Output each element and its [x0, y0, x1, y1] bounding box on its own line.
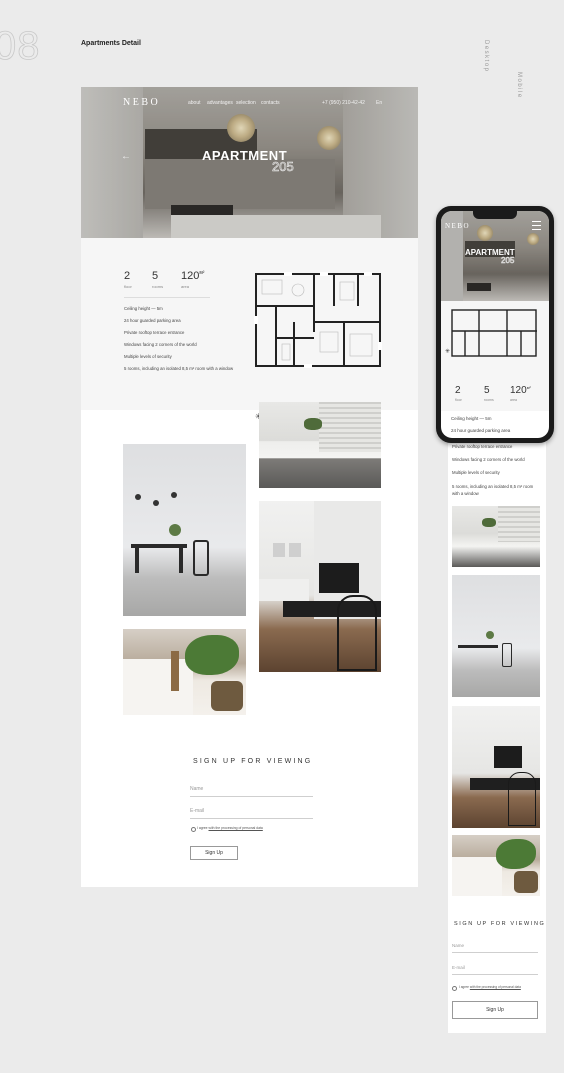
mobile-signup-title: SIGN UP FOR VIEWING [454, 921, 546, 927]
mobile-photo-dining[interactable] [452, 575, 540, 697]
nav-link-advantages[interactable]: advantages [207, 100, 233, 106]
page-title: Apartments Detail [81, 40, 141, 47]
signup-button[interactable]: Sign Up [190, 846, 238, 860]
consent-text: I agree with the processing of personal … [197, 826, 263, 830]
feature-item: 24 hour guarded parking area [124, 318, 181, 323]
mobile-feature-item: 24 hour guarded parking area [451, 428, 511, 433]
desktop-layout: NEBO about advantages selection contacts… [81, 87, 418, 887]
gallery-photo-dining[interactable] [123, 444, 246, 616]
mobile-consent-link[interactable]: with the processing of personal data [470, 985, 521, 989]
feature-item: Windows facing 2 corners of the world [452, 457, 525, 462]
mobile-info-panel: ✳ 2 floor 5 rooms 120м² area [441, 301, 549, 411]
stat-area-value: 120м² [181, 270, 205, 282]
nav-link-selection[interactable]: selection [236, 100, 256, 106]
mobile-name-field[interactable]: Name [452, 943, 538, 953]
gallery-photo-kitchen[interactable] [259, 402, 381, 488]
logo[interactable]: NEBO [123, 97, 160, 108]
mobile-label: Mobile [516, 72, 522, 99]
mobile-compass-icon: ✳ [445, 349, 451, 355]
stat-area-label: area [181, 284, 190, 289]
feature-item: 5 rooms, including an isolated 8,5 m² ro… [124, 366, 234, 371]
mobile-stat-area-value: 120м² [510, 385, 531, 396]
phone-mockup: NEBO APARTMENT 205 ✳ 2 floor 5 rooms 120… [436, 206, 554, 443]
stat-floor-value: 2 [124, 270, 131, 282]
mobile-signup-button[interactable]: Sign Up [452, 1001, 538, 1019]
mobile-photo-living[interactable] [452, 706, 540, 828]
language-switch[interactable]: En [376, 100, 382, 106]
divider [124, 297, 210, 298]
signup-title: SIGN UP FOR VIEWING [193, 758, 313, 765]
mobile-stat-rooms-label: rooms [484, 398, 494, 402]
hero-title: APARTMENT [202, 148, 288, 163]
phone-screen: NEBO APARTMENT 205 ✳ 2 floor 5 rooms 120… [441, 211, 549, 438]
feature-item: Private rooftop terrace entrance [124, 330, 185, 335]
back-arrow-icon[interactable]: ← [121, 151, 131, 162]
name-field[interactable]: Name [190, 786, 313, 797]
nav-link-contacts[interactable]: contacts [261, 100, 280, 106]
consent-checkbox[interactable] [191, 827, 196, 832]
mobile-consent-text: I agree with the processing of personal … [459, 985, 521, 989]
email-field[interactable]: E-mail [190, 808, 313, 819]
feature-item: 5 rooms, including an isolated 8,5 m² ro… [452, 484, 534, 496]
menu-icon[interactable] [532, 221, 541, 230]
mobile-stat-floor-value: 2 [455, 385, 461, 396]
apartment-info-panel: 2 floor 5 rooms 120м² area Ceiling heigh… [81, 238, 418, 421]
phone-number[interactable]: +7 (950) 210-42-42 [322, 100, 365, 106]
mobile-stat-area-label: area [510, 398, 518, 402]
gallery-photo-bedroom[interactable] [123, 629, 246, 715]
mobile-photo-bedroom[interactable] [452, 835, 540, 896]
stat-floor-label: floor [124, 284, 132, 289]
floor-plan [254, 272, 382, 368]
gallery-photo-living[interactable] [259, 501, 381, 672]
mobile-apartment-number: 205 [501, 256, 515, 266]
feature-item: Windows facing 2 corners of the world [124, 342, 197, 347]
mobile-stat-floor-label: floor [455, 398, 462, 402]
mobile-stat-rooms-value: 5 [484, 385, 490, 396]
feature-item: Ceiling height — 5m [124, 306, 163, 311]
mobile-consent-checkbox[interactable] [452, 986, 457, 991]
mobile-hero-image: NEBO APARTMENT 205 [441, 211, 549, 301]
nav-link-about[interactable]: about [188, 100, 201, 106]
feature-item: Multiple levels of security [124, 354, 172, 359]
mobile-photo-kitchen[interactable] [452, 506, 540, 567]
desktop-label: Desktop [483, 40, 489, 73]
mobile-feature-item: Ceiling height — 5m [451, 416, 492, 421]
consent-link[interactable]: with the processing of personal data [209, 826, 263, 830]
stat-rooms-value: 5 [152, 270, 159, 282]
feature-item: Multiple levels of security [452, 470, 500, 475]
feature-item: Private rooftop terrace entrance [452, 444, 513, 449]
mobile-email-field[interactable]: E-mail [452, 965, 538, 975]
mobile-floor-plan [451, 309, 537, 357]
mobile-logo[interactable]: NEBO [445, 222, 470, 230]
hero-image: NEBO about advantages selection contacts… [81, 87, 418, 238]
page-number: 08 [0, 24, 41, 69]
stat-rooms-label: rooms [152, 284, 164, 289]
